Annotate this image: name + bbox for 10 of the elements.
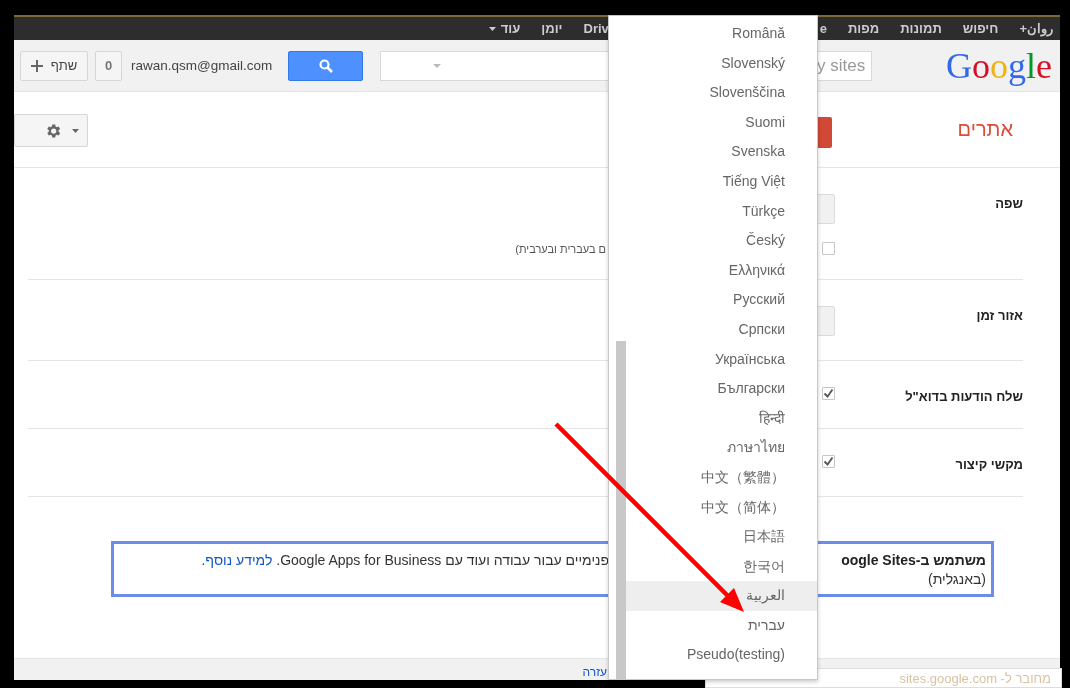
setting-label: אזור זמן — [975, 307, 1023, 325]
checkbox-label: ם בעברית ובערבית) — [515, 242, 606, 255]
page-title: אתרים — [957, 118, 1013, 141]
info-text: פנימיים עבור עבודה ועוד עם Google Apps for Business. למידע נוסף. — [201, 552, 609, 570]
info-heading: משתמש ב-oogle Sites — [841, 552, 986, 568]
setting-label: שלח הודעות בדוא"ל — [904, 388, 1023, 404]
status-text: מחובר ל- sites.google.com — [899, 670, 1051, 686]
info-subheading: (באנגלית) — [927, 571, 986, 587]
setting-label: שפה — [994, 195, 1023, 213]
setting-label: מקשי קיצור — [954, 456, 1023, 472]
